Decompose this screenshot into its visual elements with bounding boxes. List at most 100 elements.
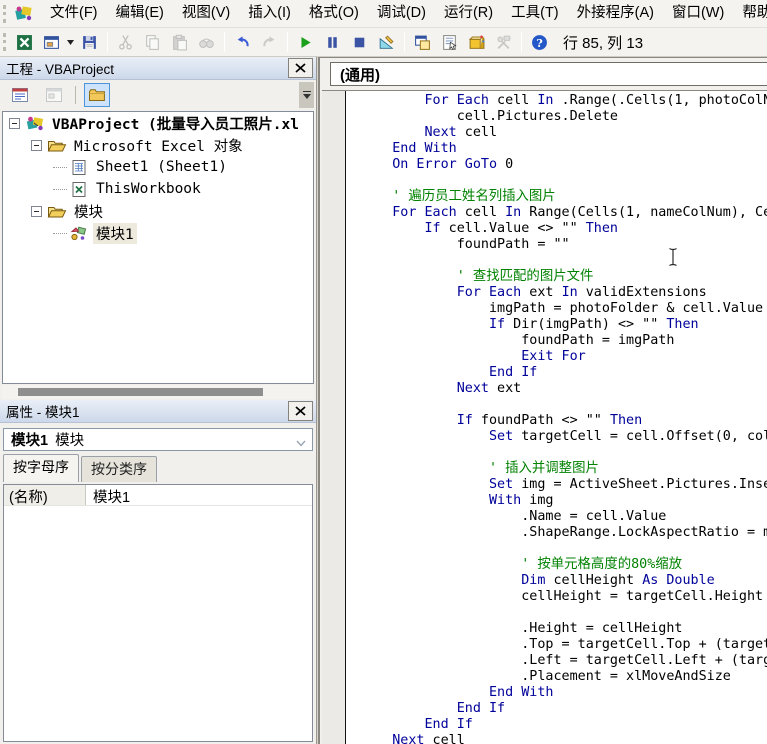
properties-window-icon[interactable] — [437, 31, 462, 53]
toggle-folders-icon[interactable] — [84, 83, 110, 107]
code-editor[interactable]: For Each cell In .Range(.Cells(1, photoC… — [322, 90, 767, 744]
code-line[interactable]: End If — [360, 717, 767, 733]
code-line[interactable]: For Each cell In .Range(.Cells(1, photoC… — [360, 93, 767, 109]
toolbar-grip[interactable] — [3, 4, 6, 23]
code-line[interactable]: cellHeight = targetCell.Height — [360, 589, 767, 605]
code-line[interactable]: Exit For — [360, 349, 767, 365]
menu-item[interactable]: 帮助(H) — [733, 0, 767, 27]
tree-connector — [53, 166, 67, 168]
code-line[interactable]: Next cell — [360, 733, 767, 744]
code-line[interactable]: For Each cell In Range(Cells(1, nameColN… — [360, 205, 767, 221]
tree-item[interactable]: 模块1 — [3, 222, 313, 244]
code-line[interactable]: Next ext — [360, 381, 767, 397]
code-line[interactable] — [360, 541, 767, 557]
scrollbar-thumb[interactable] — [18, 388, 263, 396]
code-margin-indicator-bar[interactable] — [322, 91, 346, 744]
code-line[interactable]: If foundPath <> "" Then — [360, 413, 767, 429]
properties-tab[interactable]: 按字母序 — [3, 454, 79, 482]
code-line[interactable]: ' 查找匹配的图片文件 — [360, 269, 767, 285]
menu-item[interactable]: 格式(O) — [300, 0, 368, 27]
tree-item[interactable]: Microsoft Excel 对象 — [3, 134, 313, 156]
code-line[interactable]: Set targetCell = cell.Offset(0, col — [360, 429, 767, 445]
menu-item[interactable]: 工具(T) — [502, 0, 568, 27]
code-line[interactable]: For Each ext In validExtensions — [360, 285, 767, 301]
break-icon[interactable] — [320, 31, 345, 53]
properties-object-dropdown[interactable]: 模块1 模块 — [3, 428, 313, 451]
menu-item[interactable]: 调试(D) — [368, 0, 435, 27]
code-line[interactable]: Dim cellHeight As Double — [360, 573, 767, 589]
menu-item[interactable]: 窗口(W) — [663, 0, 733, 27]
undo-icon[interactable] — [230, 31, 255, 53]
code-line[interactable]: On Error GoTo 0 — [360, 157, 767, 173]
menu-item[interactable]: 运行(R) — [435, 0, 502, 27]
code-line[interactable] — [360, 445, 767, 461]
toolbar-grip[interactable] — [3, 33, 6, 51]
design-mode-icon[interactable] — [374, 31, 399, 53]
code-line[interactable]: If Dir(imgPath) <> "" Then — [360, 317, 767, 333]
menu-item[interactable]: 视图(V) — [173, 0, 239, 27]
reset-icon[interactable] — [347, 31, 372, 53]
code-line[interactable]: .Top = targetCell.Top + (target — [360, 637, 767, 653]
view-object-icon[interactable] — [41, 83, 67, 107]
app-icon — [13, 4, 35, 24]
tree-item[interactable]: Sheet1 (Sheet1) — [3, 156, 313, 178]
project-tree: VBAProject (批量导入员工照片.xl Microsoft Excel 对… — [2, 111, 314, 384]
save-icon[interactable] — [77, 31, 102, 53]
code-line[interactable]: ' 插入并调整图片 — [360, 461, 767, 477]
code-line[interactable] — [360, 173, 767, 189]
object-browser-icon[interactable] — [464, 31, 489, 53]
code-line[interactable] — [360, 397, 767, 413]
tree-item[interactable]: 模块 — [3, 200, 313, 222]
vba-project-icon — [25, 115, 45, 132]
collapse-toggle-icon[interactable] — [9, 117, 20, 129]
close-icon[interactable] — [288, 401, 313, 421]
collapse-toggle-icon[interactable] — [31, 205, 42, 217]
object-dropdown[interactable]: (通用) — [330, 62, 767, 86]
menu-item[interactable]: 外接程序(A) — [568, 0, 663, 27]
code-line[interactable]: With img — [360, 493, 767, 509]
code-line[interactable]: End If — [360, 365, 767, 381]
view-code-icon[interactable] — [7, 83, 33, 107]
project-explorer-icon[interactable] — [410, 31, 435, 53]
code-line[interactable]: foundPath = imgPath — [360, 333, 767, 349]
code-line[interactable]: Next cell — [360, 125, 767, 141]
menu-item[interactable]: 插入(I) — [239, 0, 300, 27]
menu-item[interactable]: 文件(F) — [41, 0, 107, 27]
insert-userform-icon[interactable] — [39, 31, 64, 53]
chevron-down-icon[interactable] — [65, 31, 76, 53]
properties-tabs: 按字母序 按分类序 — [0, 454, 316, 482]
property-row[interactable]: (名称) 模块1 — [4, 485, 312, 506]
tree-item-label: 模块 — [74, 204, 103, 221]
code-line[interactable]: .Name = cell.Value — [360, 509, 767, 525]
code-line[interactable]: End With — [360, 141, 767, 157]
redo-icon — [257, 31, 282, 53]
close-icon[interactable] — [288, 58, 313, 78]
toolbar-overflow-button[interactable] — [299, 82, 314, 108]
menu-item[interactable]: 编辑(E) — [107, 0, 173, 27]
code-line[interactable]: ' 按单元格高度的80%缩放 — [360, 557, 767, 573]
properties-tab[interactable]: 按分类序 — [81, 456, 157, 482]
code-line[interactable]: foundPath = "" — [360, 237, 767, 253]
code-line[interactable]: cell.Pictures.Delete — [360, 109, 767, 125]
code-text[interactable]: For Each cell In .Range(.Cells(1, photoC… — [348, 93, 767, 744]
code-line[interactable]: ' 遍历员工姓名列插入图片 — [360, 189, 767, 205]
excel-icon[interactable] — [12, 31, 37, 53]
run-icon[interactable] — [293, 31, 318, 53]
code-line[interactable]: .Placement = xlMoveAndSize — [360, 669, 767, 685]
code-line[interactable]: .Left = targetCell.Left + (targ — [360, 653, 767, 669]
code-line[interactable]: End With — [360, 685, 767, 701]
code-line[interactable]: If cell.Value <> "" Then — [360, 221, 767, 237]
code-line[interactable] — [360, 253, 767, 269]
code-line[interactable]: .Height = cellHeight — [360, 621, 767, 637]
code-line[interactable]: imgPath = photoFolder & cell.Value — [360, 301, 767, 317]
tree-item[interactable]: ThisWorkbook — [3, 178, 313, 200]
project-tree-hscrollbar[interactable] — [2, 385, 314, 399]
code-line[interactable] — [360, 605, 767, 621]
code-line[interactable]: End If — [360, 701, 767, 717]
code-line[interactable]: Set img = ActiveSheet.Pictures.Inse — [360, 477, 767, 493]
help-icon[interactable]: ? — [527, 31, 552, 53]
property-value[interactable]: 模块1 — [86, 485, 312, 506]
collapse-toggle-icon[interactable] — [31, 139, 42, 151]
code-line[interactable]: .ShapeRange.LockAspectRatio = m — [360, 525, 767, 541]
tree-item[interactable]: VBAProject (批量导入员工照片.xl — [3, 112, 313, 134]
